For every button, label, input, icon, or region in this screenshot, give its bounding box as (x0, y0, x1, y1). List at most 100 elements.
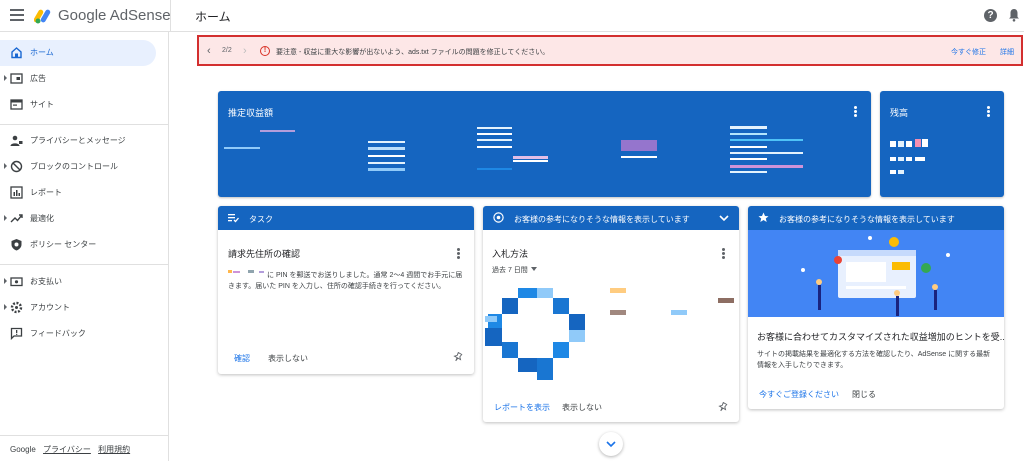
estimated-earnings-card[interactable]: 推定収益額 (218, 91, 871, 197)
card-header: お客様の参考になりそうな情報を表示しています (483, 206, 739, 230)
redacted-chart-block (518, 358, 537, 372)
redacted-chart-block (553, 342, 569, 358)
confirm-link[interactable]: 確認 (234, 353, 250, 364)
sites-icon (10, 99, 23, 110)
help-icon[interactable]: ? (984, 9, 997, 22)
redacted-value (477, 168, 512, 170)
sidebar-item-label: ホーム (30, 48, 54, 57)
sidebar-item-label: お支払い (30, 277, 62, 286)
redacted-value (730, 152, 803, 154)
sidebar-item-payments[interactable]: お支払い (0, 269, 156, 295)
redacted-value (368, 162, 405, 164)
optimization-icon (10, 214, 23, 223)
redacted-value (730, 139, 803, 141)
more-options-icon[interactable] (722, 248, 725, 259)
home-icon (11, 47, 22, 59)
brand-name: Google AdSense (58, 7, 171, 24)
footer-brand: Google (10, 445, 36, 454)
redacted-value (906, 157, 912, 161)
redacted-value (922, 139, 928, 147)
payments-icon (10, 277, 23, 287)
next-alert-button[interactable]: › (243, 45, 247, 57)
sidebar-item-privacy[interactable]: プライバシーとメッセージ (0, 128, 156, 154)
redacted-value (477, 146, 512, 148)
gear-icon (10, 301, 23, 314)
dropdown-arrow-icon[interactable] (531, 267, 537, 271)
sidebar-item-reports[interactable]: レポート (0, 180, 156, 206)
sidebar-item-policy-center[interactable]: ポリシー センター (0, 232, 156, 258)
balance-card[interactable]: 残高 (880, 91, 1004, 197)
sidebar-footer: Google プライバシー 利用規約 (10, 444, 130, 455)
redacted-value (890, 157, 896, 161)
redacted-value (260, 130, 295, 132)
sidebar-nav: ホーム 広告 サイト プライバシーとメッセージ ブロックのコントロール レポート… (0, 32, 169, 461)
sidebar-item-block-controls[interactable]: ブロックのコントロール (0, 154, 156, 180)
expand-caret-icon (4, 75, 7, 81)
privacy-link[interactable]: プライバシー (43, 445, 91, 454)
card-header: お客様の参考になりそうな情報を表示しています (748, 206, 1004, 230)
revenue-tips-card: お客様の参考になりそうな情報を表示しています お客様に合わせてカスタマイズされた… (748, 206, 1004, 409)
redacted-chart-block (537, 358, 553, 380)
more-options-icon[interactable] (987, 106, 990, 117)
sidebar-divider (0, 124, 169, 125)
redacted-value (477, 133, 512, 135)
redacted-chart-block (569, 314, 585, 330)
top-app-bar: Google AdSense ホーム ? (0, 0, 1024, 32)
collapse-chevron-icon[interactable] (719, 215, 729, 222)
register-now-link[interactable]: 今すぐご登録ください (759, 389, 839, 400)
fix-now-link[interactable]: 今すぐ修正 (951, 47, 986, 57)
card-header-label: タスク (249, 215, 273, 224)
redacted-value (477, 127, 512, 129)
view-report-link[interactable]: レポートを表示 (494, 402, 550, 413)
terms-link[interactable]: 利用規約 (98, 445, 130, 454)
prev-alert-button[interactable]: ‹ (207, 45, 211, 57)
sidebar-item-label: レポート (30, 188, 62, 197)
sidebar-item-feedback[interactable]: フィードバック (0, 321, 156, 347)
redacted-legend-block (718, 298, 734, 303)
sidebar-item-home[interactable]: ホーム (0, 40, 156, 66)
sidebar-item-ads[interactable]: 広告 (0, 66, 156, 92)
redacted-value (368, 168, 405, 171)
more-options-icon[interactable] (457, 248, 460, 259)
redacted-value (730, 158, 767, 160)
privacy-icon (10, 135, 23, 146)
expand-more-button[interactable] (599, 432, 623, 456)
notifications-bell-icon[interactable] (1008, 8, 1020, 22)
reports-icon (10, 186, 23, 199)
close-link[interactable]: 閉じる (852, 389, 876, 400)
sidebar-item-optimization[interactable]: 最適化 (0, 206, 156, 232)
sidebar-item-account[interactable]: アカウント (0, 295, 156, 321)
period-selector[interactable]: 過去 7 日間 (492, 265, 528, 275)
details-link[interactable]: 詳細 (1000, 47, 1014, 57)
hide-link[interactable]: 表示しない (268, 353, 308, 364)
redacted-value (898, 157, 904, 161)
redacted-legend-block (610, 310, 626, 315)
sidebar-item-label: アカウント (30, 303, 70, 312)
redacted-chart-block (502, 298, 518, 314)
header-divider (170, 0, 171, 32)
task-title: 請求先住所の確認 (228, 249, 301, 259)
adsense-logo-icon (34, 9, 51, 24)
task-list-icon (228, 214, 239, 223)
redacted-value (890, 170, 896, 174)
sidebar-item-label: フィードバック (30, 329, 86, 338)
redacted-value (621, 140, 657, 151)
sidebar-item-label: 最適化 (30, 214, 54, 223)
pin-icon[interactable] (718, 402, 728, 412)
card-title: 残高 (890, 108, 909, 118)
hide-link[interactable]: 表示しない (562, 402, 602, 413)
sidebar-footer-divider (0, 435, 169, 436)
redacted-value (890, 141, 896, 147)
redacted-value (915, 139, 921, 147)
redacted-value (898, 141, 904, 147)
task-description: に PIN を郵送でお送りしました。通常 2～4 週間でお手元に届きます。届いた… (228, 272, 463, 290)
pin-icon[interactable] (453, 352, 463, 362)
redacted-chart-block (518, 288, 537, 298)
sidebar-item-sites[interactable]: サイト (0, 92, 156, 118)
more-options-icon[interactable] (854, 106, 857, 117)
sidebar-item-label: ブロックのコントロール (30, 162, 118, 171)
menu-icon[interactable] (10, 9, 24, 21)
card-header-label: お客様の参考になりそうな情報を表示しています (779, 215, 955, 224)
tips-title: お客様に合わせてカスタマイズされた収益増加のヒントを受... (757, 332, 1004, 342)
sidebar-divider (0, 264, 169, 265)
